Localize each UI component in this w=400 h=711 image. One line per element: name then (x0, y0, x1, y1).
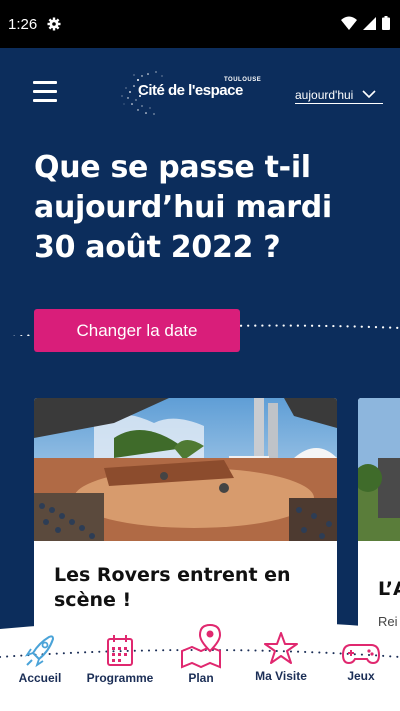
top-bar: TOULOUSE Cité de l'espace aujourd'hui (0, 48, 400, 138)
settings-gear-icon (47, 17, 61, 31)
nav-label: Ma Visite (255, 669, 307, 683)
nav-label: Accueil (18, 671, 62, 685)
logo-text: Cité de l'espace (138, 82, 243, 99)
battery-icon (382, 16, 390, 30)
star-icon (264, 632, 298, 664)
card-title: L’A (378, 578, 400, 600)
nav-label: Plan (188, 671, 214, 685)
bottom-navigation: Accueil Programme Plan Ma Visite Jeux (0, 619, 400, 711)
event-image (358, 398, 400, 541)
status-bar: 1:26 (0, 0, 400, 48)
card-title: Les Rovers entrent en scène ! (54, 564, 291, 611)
app-screen: TOULOUSE Cité de l'espace aujourd'hui Qu… (0, 48, 400, 711)
nav-label: Programme (86, 671, 154, 685)
chevron-down-icon (362, 90, 376, 99)
nav-item-ma-visite[interactable]: Ma Visite (250, 631, 312, 683)
nav-item-programme[interactable]: Programme (84, 633, 156, 685)
status-time: 1:26 (8, 16, 38, 33)
hamburger-menu-icon[interactable] (33, 81, 57, 103)
nav-item-accueil[interactable]: Accueil (14, 633, 66, 685)
wifi-icon (341, 16, 357, 30)
date-select-value: aujourd'hui (295, 88, 354, 102)
nav-item-jeux[interactable]: Jeux (338, 641, 384, 683)
date-select[interactable]: aujourd'hui (295, 88, 383, 104)
change-date-button[interactable]: Changer la date (34, 309, 240, 352)
rocket-icon (24, 635, 55, 668)
rovers-show-image (34, 398, 337, 541)
nav-item-plan[interactable]: Plan (178, 623, 224, 685)
signal-icon (363, 16, 376, 30)
page-headline: Que se passe t-il aujourd’hui mardi 30 a… (34, 150, 332, 265)
map-pin-icon (181, 623, 222, 669)
calendar-icon (107, 635, 133, 666)
nav-label: Jeux (347, 669, 375, 683)
gamepad-icon (341, 644, 381, 665)
